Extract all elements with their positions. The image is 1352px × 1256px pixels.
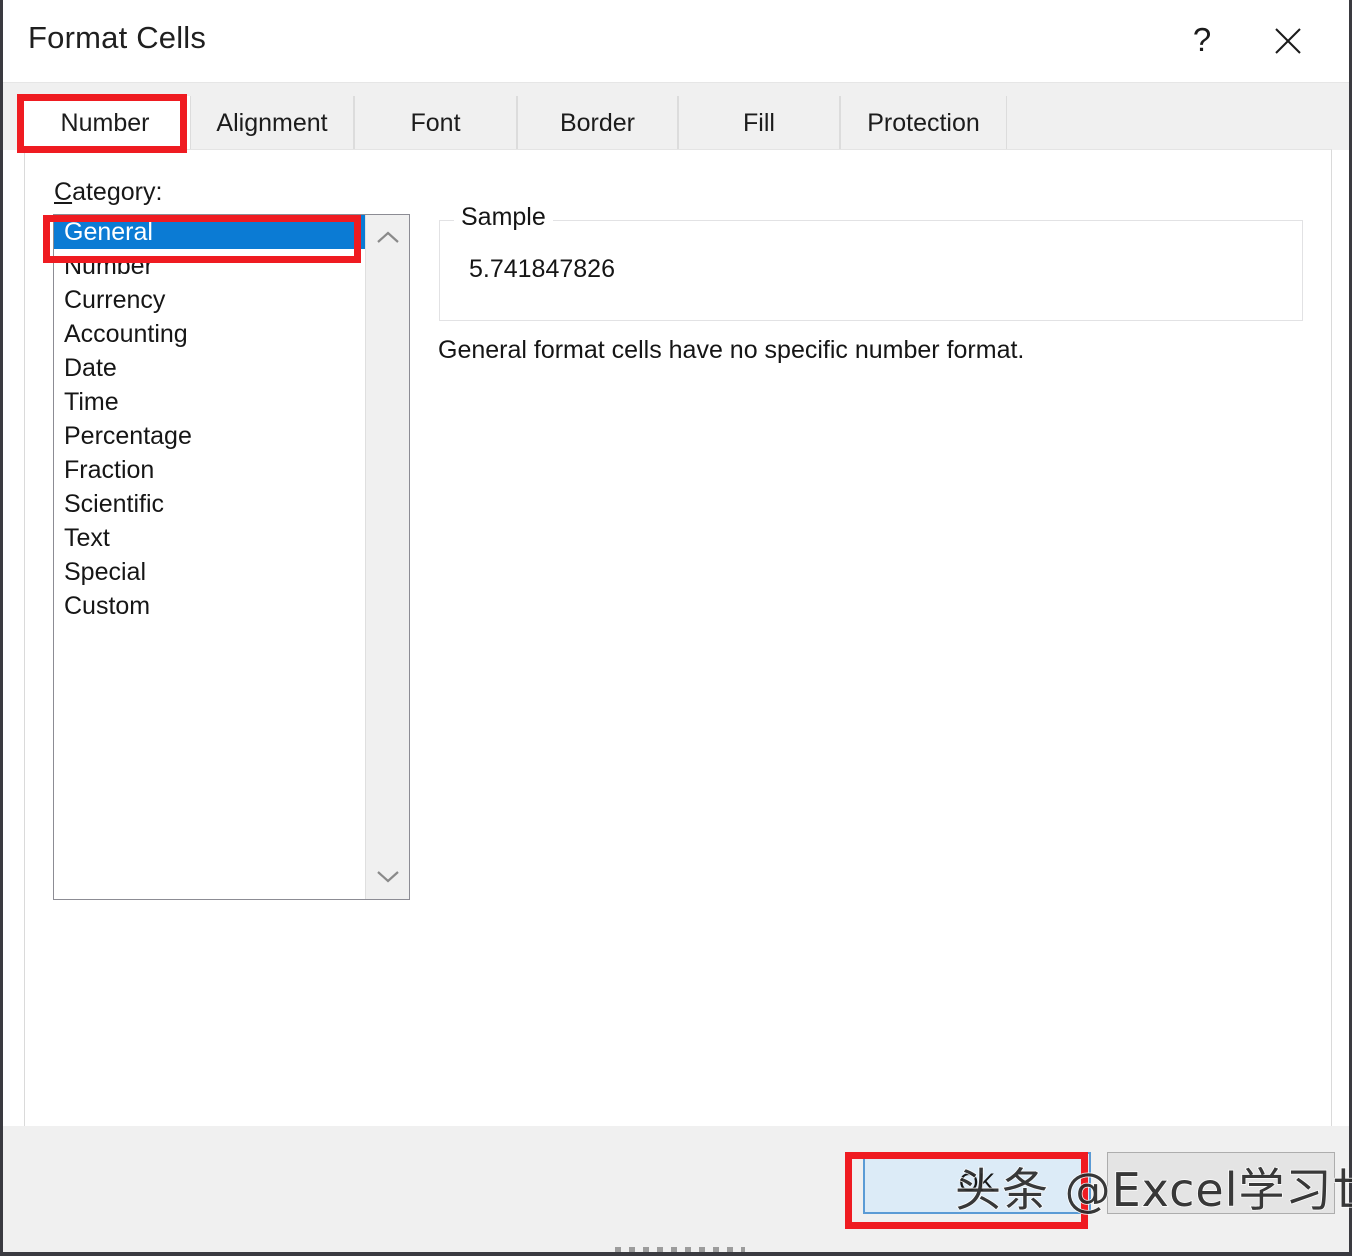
list-item[interactable]: Percentage (54, 419, 365, 453)
list-item[interactable]: Text (54, 521, 365, 555)
list-item[interactable]: Accounting (54, 317, 365, 351)
listbox-scrollbar[interactable] (365, 215, 409, 899)
list-item[interactable]: Scientific (54, 487, 365, 521)
bottom-divider (615, 1247, 745, 1252)
cancel-button[interactable] (1107, 1152, 1335, 1214)
number-tab-panel: Category: General Number Currency Accoun… (24, 149, 1332, 1129)
tab-protection[interactable]: Protection (840, 96, 1007, 150)
tab-number[interactable]: Number (20, 96, 190, 152)
sample-groupbox: Sample 5.741847826 (439, 203, 1303, 321)
list-item[interactable]: Custom (54, 589, 365, 623)
sample-legend: Sample (454, 203, 553, 232)
list-item[interactable]: Special (54, 555, 365, 589)
ok-button[interactable]: OK (863, 1152, 1091, 1214)
close-icon[interactable] (1257, 10, 1319, 70)
tab-fill[interactable]: Fill (678, 96, 840, 150)
chevron-up-icon[interactable] (366, 215, 410, 261)
tab-alignment[interactable]: Alignment (190, 96, 354, 150)
tab-border[interactable]: Border (517, 96, 678, 150)
chevron-down-icon[interactable] (366, 853, 410, 899)
sample-value: 5.741847826 (469, 255, 615, 283)
category-label-rest: ategory: (72, 178, 163, 206)
help-icon[interactable]: ? (1171, 10, 1233, 70)
dialog-footer: OK (3, 1126, 1349, 1252)
tab-font[interactable]: Font (354, 96, 517, 150)
dialog-titlebar: Format Cells ? (3, 0, 1349, 83)
format-cells-dialog: Format Cells ? Number Alignment Font Bor… (0, 0, 1352, 1256)
dialog-title: Format Cells (28, 20, 207, 55)
list-item[interactable]: Number (54, 249, 365, 283)
category-label-accel: C (54, 178, 73, 206)
list-item[interactable]: Currency (54, 283, 365, 317)
list-item[interactable]: Date (54, 351, 365, 385)
category-listbox[interactable]: General Number Currency Accounting Date … (53, 214, 410, 900)
list-item[interactable]: Fraction (54, 453, 365, 487)
category-list-items: General Number Currency Accounting Date … (54, 215, 365, 899)
list-item[interactable]: Time (54, 385, 365, 419)
help-label: ? (1192, 21, 1212, 58)
list-item[interactable]: General (54, 215, 365, 249)
category-label: Category: (54, 178, 162, 207)
format-description: General format cells have no specific nu… (438, 336, 1025, 364)
tab-strip: Number Alignment Font Border Fill Protec… (3, 83, 1349, 152)
